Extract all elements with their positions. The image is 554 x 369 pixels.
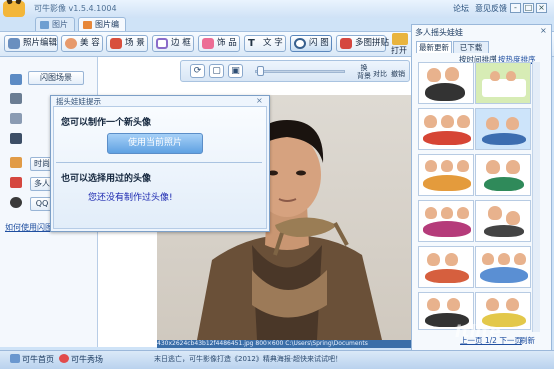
app-logo-icon: [3, 1, 25, 17]
dialog-divider: [56, 162, 262, 163]
used-avatar-heading: 也可以选择用过的头像: [61, 174, 152, 184]
group-icon: [10, 177, 22, 188]
flash-scene-icon: [10, 74, 22, 85]
use-current-photo-button[interactable]: 使用当前照片: [107, 133, 203, 154]
text-icon: T: [248, 38, 255, 49]
feedback-link[interactable]: 意见反馈: [475, 3, 507, 14]
filmstrip-icon: [10, 133, 22, 144]
flash-button[interactable]: 闪 图: [290, 35, 332, 52]
qq-penguin-icon: [10, 197, 22, 208]
change-background-button[interactable]: 换 背景: [357, 64, 371, 80]
face-icon: [65, 38, 77, 49]
scene-button[interactable]: 场 景: [106, 35, 148, 52]
open-button[interactable]: 打开: [389, 33, 411, 55]
fit-view-button[interactable]: ▢: [209, 64, 224, 78]
maximize-button[interactable]: □: [523, 3, 534, 13]
scene-label: 场 景: [125, 38, 145, 48]
no-avatar-note: 您还没有制作过头像!: [88, 193, 173, 203]
multi-collage-button[interactable]: 多图拼贴: [336, 35, 390, 52]
bobblehead-thumbnail[interactable]: [475, 108, 531, 150]
folder-icon: [392, 33, 408, 45]
photo-info-bar: 430x2624cb43b12f4486451.jpg 800×600 C:\U…: [157, 340, 411, 348]
watermark: Itlite: [455, 322, 501, 342]
image-library-icon: [40, 21, 49, 29]
tab-latest[interactable]: 最新更新: [416, 41, 452, 53]
heart-icon: [59, 354, 69, 363]
multi-collage-label: 多图拼贴: [355, 38, 390, 48]
frame-button[interactable]: 边 框: [152, 35, 194, 52]
rotate-button[interactable]: ⟳: [190, 64, 205, 78]
grid-icon: [10, 113, 22, 124]
collage-icon: [340, 38, 352, 49]
dialog-close-button[interactable]: ×: [256, 96, 263, 105]
bobblehead-thumbnail[interactable]: [475, 246, 531, 288]
figure-icon: [10, 157, 22, 168]
bobblehead-thumbnail[interactable]: [418, 200, 474, 242]
film-icon: [10, 93, 22, 104]
open-label: 打开: [391, 46, 407, 55]
bobblehead-thumbnail[interactable]: [475, 200, 531, 242]
accessory-label: 饰 品: [217, 38, 237, 48]
flash-icon: [294, 38, 306, 49]
photo-edit-button[interactable]: 照片编辑: [4, 35, 58, 52]
zoom-slider[interactable]: [255, 70, 345, 73]
beauty-label: 美 容: [80, 38, 100, 48]
bobblehead-thumbnail[interactable]: [418, 246, 474, 288]
bobblehead-thumbnail[interactable]: [418, 108, 474, 150]
help-link[interactable]: 如何使用闪图: [5, 222, 53, 233]
image-edit-icon: [83, 21, 92, 29]
bobblehead-thumbnail[interactable]: [418, 62, 474, 104]
frame-icon: [156, 38, 168, 49]
bow-icon: [202, 38, 214, 49]
right-panel-title: 多人摇头娃娃: [415, 28, 463, 37]
undo-button[interactable]: 撤销: [391, 70, 405, 78]
home-link[interactable]: 可牛首页: [22, 354, 54, 365]
close-button[interactable]: ×: [536, 3, 547, 13]
show-link[interactable]: 可牛秀场: [71, 354, 103, 365]
beauty-button[interactable]: 美 容: [61, 35, 103, 52]
accessory-button[interactable]: 饰 品: [198, 35, 240, 52]
frame-label: 边 框: [171, 38, 191, 48]
forum-link[interactable]: 论坛: [453, 3, 469, 14]
photo-edit-icon: [8, 38, 20, 49]
minimize-button[interactable]: -: [510, 3, 521, 13]
zoom-slider-thumb[interactable]: [257, 66, 264, 76]
right-panel-close-button[interactable]: ×: [540, 26, 547, 35]
text-button[interactable]: T文 字: [244, 35, 286, 52]
bobblehead-thumbnail[interactable]: [475, 154, 531, 196]
photo-edit-label: 照片编辑: [23, 38, 58, 48]
new-avatar-heading: 您可以制作一个新头像: [61, 118, 152, 128]
flash-label: 闪 图: [309, 38, 329, 48]
tab-image-library[interactable]: 图片库: [35, 17, 75, 42]
app-title: 可牛影像 v1.5.4.1004: [34, 4, 117, 13]
right-panel-scrollbar[interactable]: [532, 62, 540, 332]
compare-button[interactable]: 对比: [373, 70, 387, 78]
tab-downloaded[interactable]: 已下载: [453, 41, 489, 53]
text-label: 文 字: [263, 38, 283, 48]
home-icon: [10, 354, 20, 363]
promo-text[interactable]: 末日逃亡，可牛影像打造《2012》精典海报·超快来试试吧！: [154, 354, 342, 364]
refresh-link[interactable]: 刷新: [520, 335, 535, 346]
tab-image-edit[interactable]: 图片编辑: [78, 17, 126, 42]
bobblehead-thumbnail[interactable]: [475, 62, 531, 104]
scene-icon: [110, 38, 122, 49]
flash-scene-button[interactable]: 闪图场景: [28, 71, 84, 85]
bobblehead-thumbnail[interactable]: [418, 154, 474, 196]
actual-size-button[interactable]: ▣: [228, 64, 243, 78]
